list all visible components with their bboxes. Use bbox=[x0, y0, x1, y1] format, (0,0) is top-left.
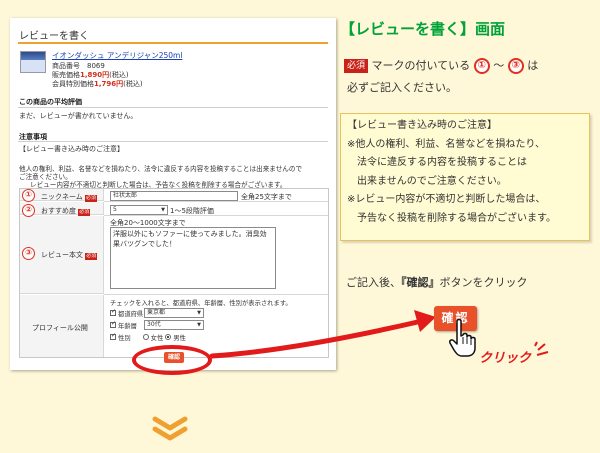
sparkle-icon bbox=[534, 341, 549, 356]
avg-rating-title: この商品の平均評価 bbox=[19, 98, 82, 106]
circle-1-icon: ① bbox=[473, 58, 490, 74]
pref-row: 都道府県 bbox=[110, 309, 143, 318]
marker-2: ② bbox=[22, 204, 35, 217]
age-row: 年齢層 bbox=[110, 321, 137, 330]
notice-line: ※他人の権利、利益、名誉などを損ねたり、 bbox=[347, 138, 545, 150]
avg-divider bbox=[18, 107, 328, 108]
age-checkbox[interactable] bbox=[110, 322, 116, 328]
click-label: クリック bbox=[479, 351, 532, 366]
review-label: レビュー本文 必須 bbox=[41, 251, 98, 260]
arrow-icon bbox=[209, 310, 436, 359]
guide-required-line-2: 必ずご記入ください。 bbox=[347, 81, 457, 94]
notice-line: 出来ませんのでご注意ください。 bbox=[347, 175, 507, 187]
page-title: レビューを書く bbox=[19, 31, 89, 42]
male-radio[interactable] bbox=[165, 334, 172, 340]
rating-label: おすすめ度 必須 bbox=[41, 207, 91, 216]
required-badge: 必須 bbox=[85, 195, 98, 202]
circle-3-icon: ③ bbox=[507, 58, 524, 74]
required-badge: 必須 bbox=[85, 253, 98, 260]
review-textarea[interactable]: 洋服以外にもソファーに使ってみました。消臭効果バツグンでした！ bbox=[110, 227, 276, 289]
marker-1: ① bbox=[22, 189, 35, 202]
avg-rating-text: まだ、レビューが書かれていません。 bbox=[19, 112, 138, 120]
female-radio[interactable] bbox=[142, 334, 149, 340]
public-label: プロフィール公開 bbox=[32, 324, 88, 332]
rating-hint: 1〜5段階評価 bbox=[170, 207, 214, 215]
member-price: 会員特別価格1,796円(税込) bbox=[52, 80, 143, 88]
gender-checkbox[interactable] bbox=[110, 334, 116, 340]
chevron-down-icon: ▼ bbox=[161, 207, 165, 213]
nickname-label: ニックネーム 必須 bbox=[41, 193, 98, 202]
pref-select[interactable]: 東京都 ▼ bbox=[144, 308, 204, 318]
required-mark: 必須 bbox=[344, 59, 369, 73]
pref-checkbox[interactable] bbox=[110, 310, 116, 316]
nickname-hint: 全角25文字まで bbox=[241, 193, 292, 201]
guide-required-line: 必須 マークの付いている ① 〜 ③ は bbox=[344, 55, 538, 76]
row-divider bbox=[104, 294, 328, 295]
age-select[interactable]: 30代 ▼ bbox=[144, 320, 204, 330]
required-badge: 必須 bbox=[78, 209, 91, 216]
guide-heading: 【レビューを書く】画面 bbox=[340, 20, 506, 38]
row-divider bbox=[104, 215, 328, 216]
product-name-link[interactable]: イオンダッシュ アンデリジャン250ml bbox=[52, 50, 182, 61]
nickname-input[interactable]: 社状太郎 bbox=[110, 191, 238, 201]
notes-divider bbox=[18, 141, 328, 142]
notice-line: 予告なく投稿を削除する場合がございます。 bbox=[347, 212, 556, 224]
notice-line: 【レビュー書き込み時のご注意】 bbox=[347, 120, 497, 131]
marker-3: ③ bbox=[22, 247, 35, 260]
notice-line: 法令に違反する内容を投稿することは bbox=[347, 157, 527, 168]
chevron-down-icon bbox=[152, 416, 188, 441]
rating-select[interactable]: 5 ▼ bbox=[110, 205, 168, 215]
title-divider bbox=[18, 42, 328, 44]
guide-after-text: ご記入後、『確認』ボタンをクリック bbox=[346, 276, 528, 289]
hand-pointer-icon bbox=[449, 318, 476, 357]
notes-subtitle: 【レビュー書き込み時のご注意】 bbox=[19, 145, 124, 153]
gender-row: 性別 女性 男性 bbox=[110, 333, 186, 342]
product-image bbox=[20, 51, 46, 73]
notice-box: 【レビュー書き込み時のご注意】 ※他人の権利、利益、名誉などを損ねたり、 法令に… bbox=[340, 113, 590, 241]
notice-line: ※レビュー内容が不適切と判断した場合は、 bbox=[347, 194, 546, 205]
row-divider bbox=[104, 201, 328, 202]
